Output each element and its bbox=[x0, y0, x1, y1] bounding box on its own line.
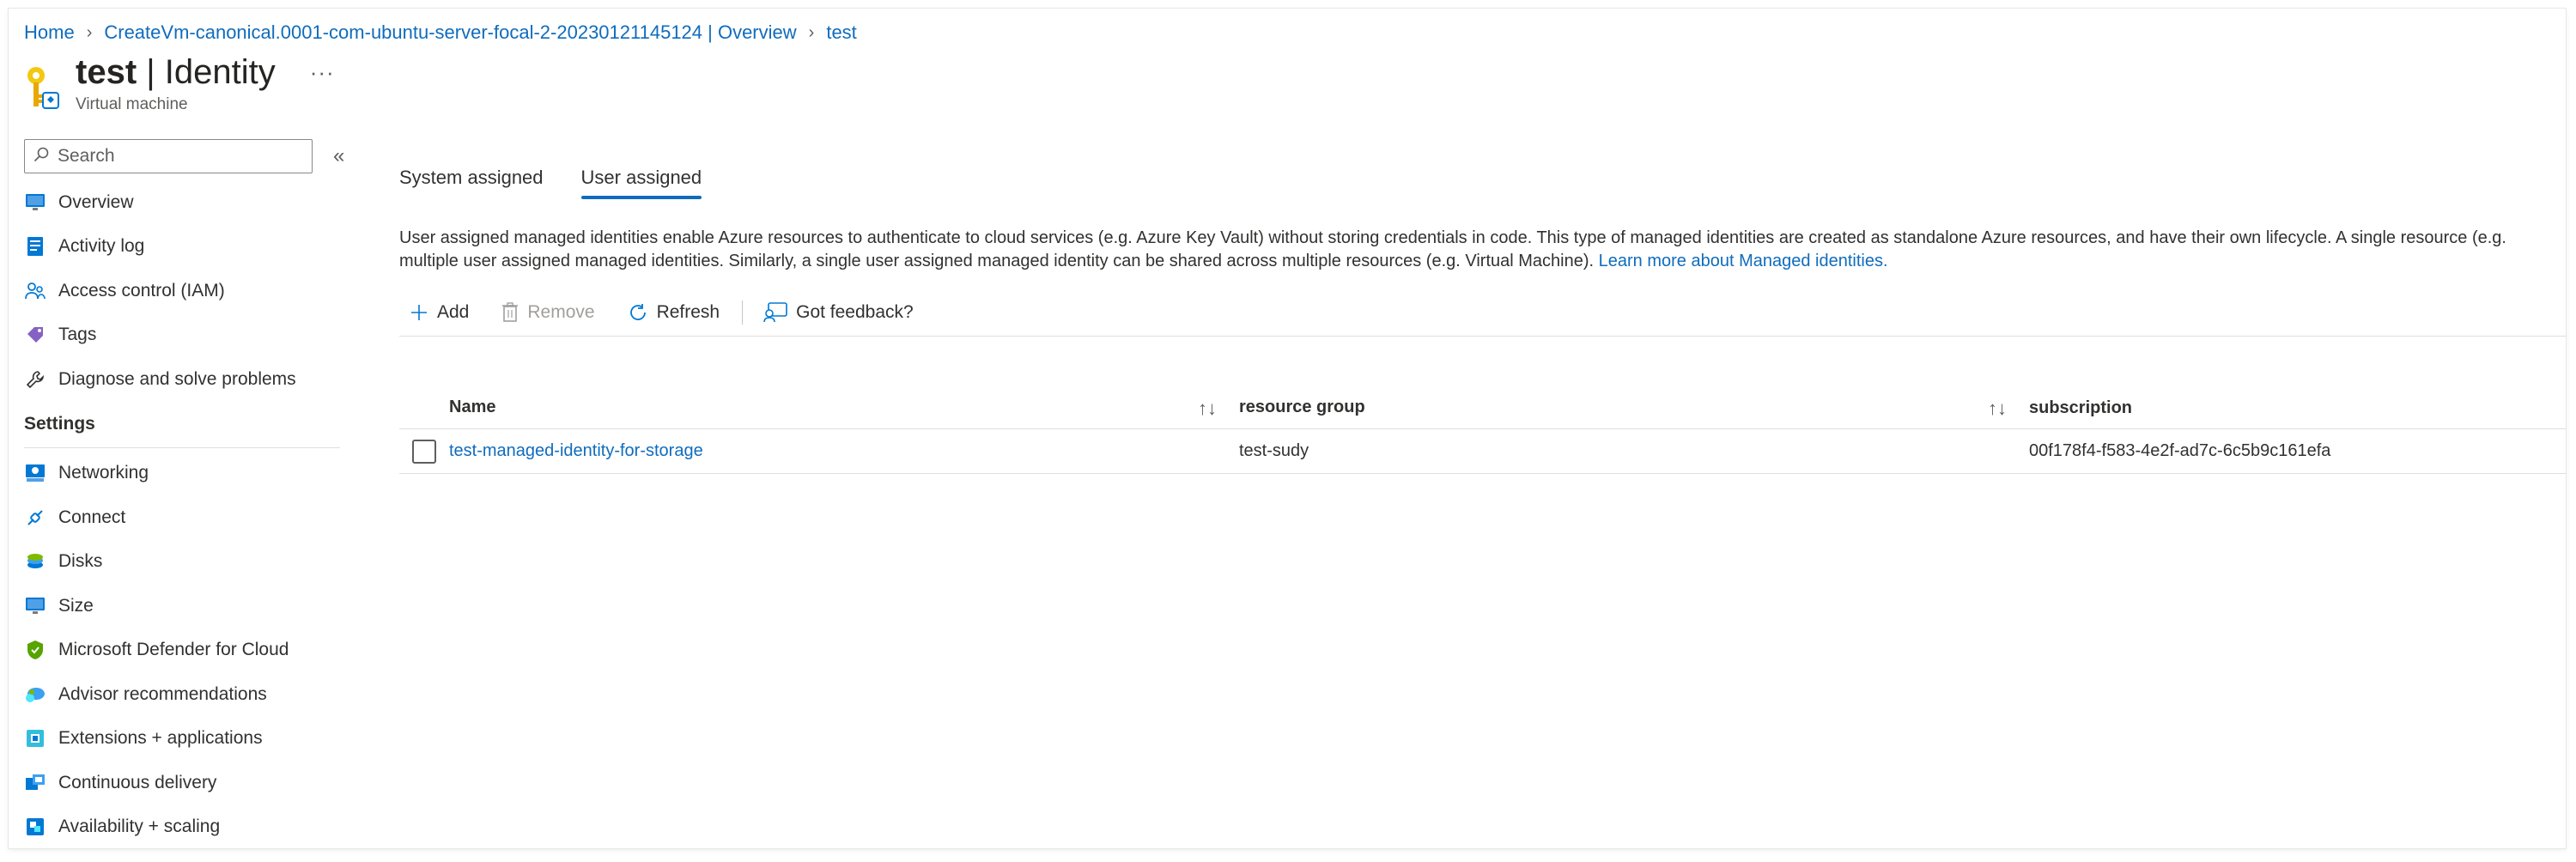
remove-label: Remove bbox=[527, 301, 595, 322]
networking-icon bbox=[24, 462, 46, 484]
more-options-icon[interactable]: ··· bbox=[310, 59, 335, 86]
nav-item-label: Networking bbox=[58, 463, 149, 483]
column-name-label: Name bbox=[449, 397, 496, 416]
description-line-1: User assigned managed identities enable … bbox=[399, 228, 2506, 247]
breadcrumb-overview-link[interactable]: CreateVm-canonical.0001-com-ubuntu-serve… bbox=[104, 21, 796, 44]
nav-item-label: Size bbox=[58, 595, 94, 616]
nav-item-disks[interactable]: Disks bbox=[24, 540, 359, 585]
nav-item-connect[interactable]: Connect bbox=[24, 495, 359, 540]
column-resource-group-label: resource group bbox=[1239, 397, 1365, 416]
nav-section-settings: Settings bbox=[24, 402, 340, 448]
resource-type: Virtual machine bbox=[76, 95, 188, 113]
column-name[interactable]: Name ↑↓ bbox=[449, 398, 1239, 420]
feedback-icon bbox=[763, 301, 787, 323]
nav-item-label: Disks bbox=[58, 551, 103, 572]
command-bar: Add Remove Refresh Got feedback? bbox=[399, 294, 2566, 337]
resource-group-value: test-sudy bbox=[1239, 441, 1309, 460]
identity-tabs: System assigned User assigned bbox=[399, 148, 2566, 208]
description-line-2: multiple user assigned managed identitie… bbox=[399, 252, 1595, 270]
nav-item-label: Access control (IAM) bbox=[58, 280, 225, 300]
activity-log-icon bbox=[24, 235, 46, 258]
identity-name-link[interactable]: test-managed-identity-for-storage bbox=[449, 441, 703, 461]
remove-button[interactable]: Remove bbox=[491, 301, 595, 323]
add-label: Add bbox=[437, 301, 470, 322]
nav-item-label: Tags bbox=[58, 325, 97, 345]
column-subscription: subscription bbox=[2029, 398, 2133, 417]
shield-icon bbox=[24, 639, 46, 661]
sort-icon[interactable]: ↑↓ bbox=[1198, 398, 1217, 420]
subscription-value: 00f178f4-f583-4e2f-ad7c-6c5b9c161efa bbox=[2029, 441, 2331, 460]
identities-table: Name ↑↓ resource group ↑↓ subscription t… bbox=[399, 388, 2566, 474]
nav-item-label: Availability + scaling bbox=[58, 816, 221, 837]
nav-item-advisor[interactable]: Advisor recommendations bbox=[24, 672, 359, 717]
feedback-label: Got feedback? bbox=[796, 301, 914, 322]
refresh-icon bbox=[628, 302, 648, 323]
nav-item-access-control[interactable]: Access control (IAM) bbox=[24, 269, 359, 313]
breadcrumb: Home › CreateVm-canonical.0001-com-ubunt… bbox=[24, 15, 857, 50]
wrench-icon bbox=[24, 368, 46, 391]
nav-item-size[interactable]: Size bbox=[24, 584, 359, 628]
size-icon bbox=[24, 595, 46, 617]
nav-item-label: Advisor recommendations bbox=[58, 683, 267, 704]
page-header: test | Identity ··· Virtual machine bbox=[24, 53, 335, 131]
search-icon bbox=[33, 147, 49, 167]
table-header: Name ↑↓ resource group ↑↓ subscription bbox=[399, 388, 2566, 429]
nav-item-label: Diagnose and solve problems bbox=[58, 368, 296, 389]
advisor-icon bbox=[24, 683, 46, 706]
nav-item-defender[interactable]: Microsoft Defender for Cloud bbox=[24, 628, 359, 673]
breadcrumb-home-link[interactable]: Home bbox=[24, 21, 75, 44]
delivery-icon bbox=[24, 772, 46, 794]
row-checkbox[interactable] bbox=[412, 439, 436, 464]
nav-item-label: Microsoft Defender for Cloud bbox=[58, 640, 289, 660]
page-name: | Identity bbox=[146, 53, 276, 91]
nav-item-continuous-delivery[interactable]: Continuous delivery bbox=[24, 761, 359, 805]
nav-item-diagnose[interactable]: Diagnose and solve problems bbox=[24, 357, 359, 402]
search-placeholder: Search bbox=[58, 146, 115, 166]
nav-item-availability[interactable]: Availability + scaling bbox=[24, 805, 359, 849]
page-title: test | Identity bbox=[76, 53, 276, 92]
availability-icon bbox=[24, 816, 46, 838]
identity-key-icon bbox=[24, 65, 62, 113]
resource-menu: Search « Overview Activity log Access co… bbox=[24, 137, 359, 848]
collapse-menu-icon[interactable]: « bbox=[333, 144, 344, 168]
nav-item-label: Extensions + applications bbox=[58, 728, 263, 749]
refresh-button[interactable]: Refresh bbox=[617, 302, 720, 323]
nav-item-label: Overview bbox=[58, 191, 134, 212]
menu-search-input[interactable]: Search bbox=[24, 139, 313, 173]
nav-item-overview[interactable]: Overview bbox=[24, 180, 359, 225]
nav-item-tags[interactable]: Tags bbox=[24, 313, 359, 358]
sort-icon[interactable]: ↑↓ bbox=[1988, 398, 2007, 420]
nav-item-extensions[interactable]: Extensions + applications bbox=[24, 717, 359, 762]
nav-item-networking[interactable]: Networking bbox=[24, 452, 359, 496]
tag-icon bbox=[24, 324, 46, 346]
breadcrumb-current-link[interactable]: test bbox=[826, 21, 856, 44]
column-resource-group[interactable]: resource group ↑↓ bbox=[1239, 398, 2029, 420]
chevron-right-icon: › bbox=[808, 22, 815, 42]
nav-item-label: Connect bbox=[58, 507, 126, 527]
extensions-icon bbox=[24, 727, 46, 750]
monitor-icon bbox=[24, 191, 46, 214]
main-content: System assigned User assigned User assig… bbox=[399, 137, 2566, 474]
table-row: test-managed-identity-for-storage test-s… bbox=[399, 429, 2566, 474]
chevron-right-icon: › bbox=[86, 22, 93, 42]
add-button[interactable]: Add bbox=[399, 302, 469, 323]
description: User assigned managed identities enable … bbox=[399, 227, 2566, 273]
refresh-label: Refresh bbox=[656, 301, 720, 322]
connect-icon bbox=[24, 507, 46, 529]
disks-icon bbox=[24, 550, 46, 573]
learn-more-link[interactable]: Learn more about Managed identities. bbox=[1599, 252, 1888, 270]
people-icon bbox=[24, 280, 46, 302]
toolbar-divider bbox=[742, 300, 744, 325]
trash-icon bbox=[501, 301, 519, 323]
tab-user-assigned[interactable]: User assigned bbox=[580, 158, 702, 199]
portal-frame: Home › CreateVm-canonical.0001-com-ubunt… bbox=[9, 9, 2566, 848]
nav-item-activity-log[interactable]: Activity log bbox=[24, 225, 359, 270]
nav-item-label: Activity log bbox=[58, 236, 145, 257]
tab-system-assigned[interactable]: System assigned bbox=[399, 158, 544, 197]
resource-name: test bbox=[76, 53, 137, 91]
feedback-button[interactable]: Got feedback? bbox=[763, 302, 914, 323]
plus-icon bbox=[410, 303, 428, 322]
nav-item-label: Continuous delivery bbox=[58, 772, 217, 792]
